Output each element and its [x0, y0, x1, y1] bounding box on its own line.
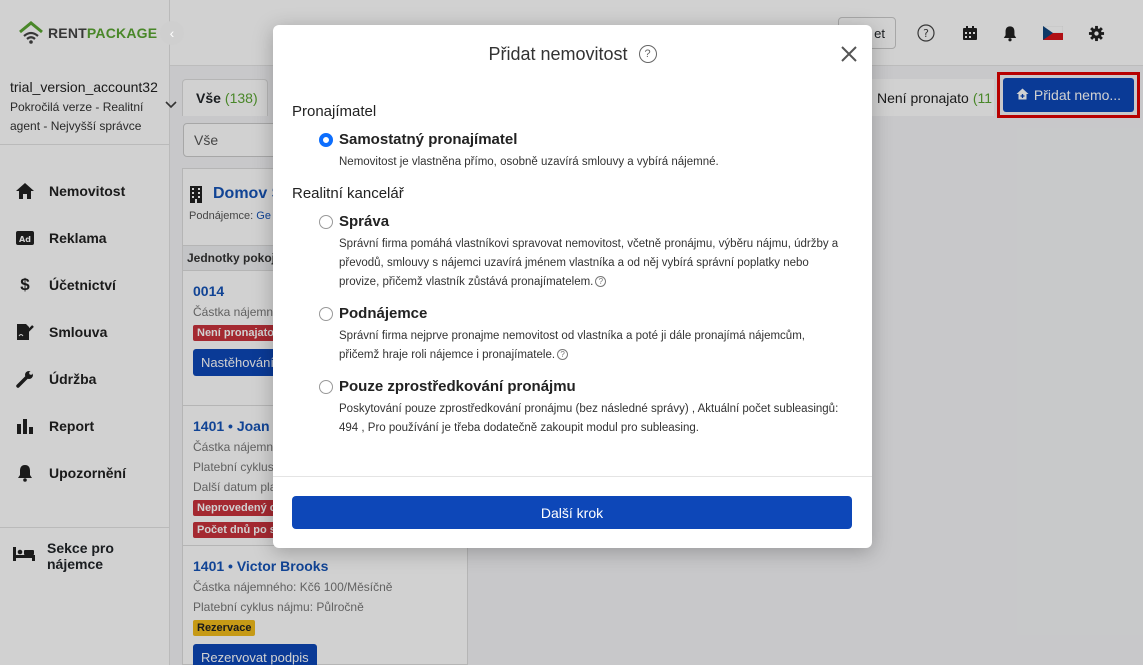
option-description-text: Správní firma nejprve pronajme nemovitos…: [339, 330, 805, 361]
option-description-text: Správní firma pomáhá vlastníkovi spravov…: [339, 238, 839, 288]
add-property-modal: Přidat nemovitost ? Pronajímatel Samosta…: [273, 25, 872, 548]
section-agency: Realitní kancelář: [292, 185, 404, 202]
radio-sublessee[interactable]: [319, 307, 333, 321]
modal-title: Přidat nemovitost: [488, 43, 628, 64]
option-description: Správní firma pomáhá vlastníkovi spravov…: [339, 235, 839, 292]
next-step-button[interactable]: Další krok: [292, 496, 852, 529]
modal-body: Pronajímatel Samostatný pronajímatel Nem…: [273, 83, 872, 438]
sidebar-collapse-button[interactable]: ‹: [160, 21, 184, 45]
option-sublessee[interactable]: Podnájemce Správní firma nejprve pronajm…: [292, 305, 853, 365]
option-title[interactable]: Samostatný pronajímatel: [339, 131, 853, 148]
help-icon[interactable]: ?: [638, 45, 657, 63]
option-independent-landlord[interactable]: Samostatný pronajímatel Nemovitost je vl…: [292, 131, 853, 172]
chevron-down-icon[interactable]: [165, 98, 177, 112]
option-description: Poskytování pouze zprostředkování pronáj…: [339, 403, 839, 434]
radio-management[interactable]: [319, 215, 333, 229]
help-icon[interactable]: ?: [557, 349, 569, 361]
modal-footer: Další krok: [273, 476, 872, 548]
radio-brokerage-only[interactable]: [319, 380, 333, 394]
close-icon[interactable]: [840, 45, 858, 63]
option-description: Nemovitost je vlastněna přímo, osobně uz…: [339, 156, 719, 168]
option-title[interactable]: Pouze zprostředkování pronájmu: [339, 378, 853, 395]
help-icon[interactable]: ?: [595, 276, 607, 288]
option-brokerage-only[interactable]: Pouze zprostředkování pronájmu Poskytová…: [292, 378, 853, 438]
option-description: Správní firma nejprve pronajme nemovitos…: [339, 327, 839, 365]
chevron-left-icon: ‹: [169, 25, 175, 41]
option-management[interactable]: Správa Správní firma pomáhá vlastníkovi …: [292, 213, 853, 292]
radio-independent-landlord[interactable]: [319, 133, 333, 147]
modal-header: Přidat nemovitost ?: [273, 25, 872, 83]
section-landlord: Pronajímatel: [292, 103, 377, 120]
option-title[interactable]: Podnájemce: [339, 305, 853, 322]
option-title[interactable]: Správa: [339, 213, 853, 230]
